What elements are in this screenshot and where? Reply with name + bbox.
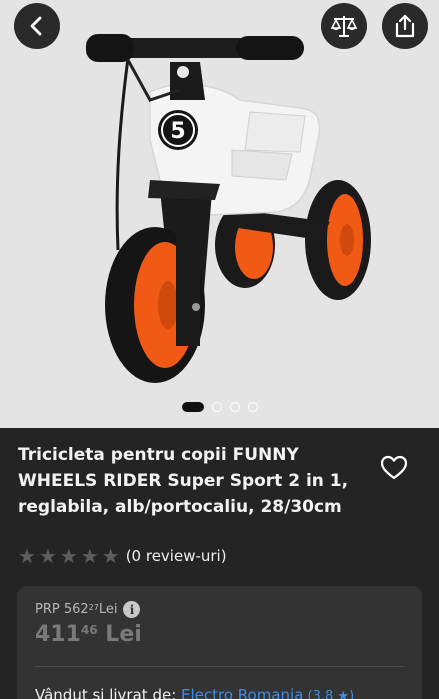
gallery-dot[interactable] <box>181 402 204 412</box>
compare-button[interactable] <box>321 3 367 49</box>
gallery-dot[interactable] <box>211 402 222 412</box>
prp-label: PRP 562 <box>35 602 89 617</box>
back-arrow-icon <box>30 16 42 36</box>
gallery-dot[interactable] <box>229 402 240 412</box>
front-wheel <box>105 227 205 383</box>
product-info-panel: Tricicleta pentru copii FUNNY WHEELS RID… <box>0 428 439 699</box>
product-title: Tricicleta pentru copii FUNNY WHEELS RID… <box>18 445 349 517</box>
star-icon: ★ <box>38 544 57 568</box>
heart-icon <box>380 455 408 480</box>
scale-compare-icon <box>330 16 358 37</box>
product-rating[interactable]: ★ ★ ★ ★ ★ (0 review-uri) <box>18 546 227 566</box>
star-icon: ★ <box>18 544 36 568</box>
share-button[interactable] <box>382 3 428 49</box>
seller-label: Vândut și livrat de: <box>35 686 182 699</box>
seller-rating[interactable]: (3,8 ★) <box>303 689 355 699</box>
back-button[interactable] <box>14 3 60 49</box>
gallery-dot[interactable] <box>247 402 258 412</box>
prp-decimals: 27 <box>88 603 99 612</box>
favorite-button[interactable] <box>378 452 410 484</box>
price-decimals: 46 <box>80 623 98 637</box>
rating-stars: ★ ★ ★ ★ ★ <box>18 546 123 566</box>
prp-currency: Lei <box>98 602 118 617</box>
prp-price: PRP 562 27 Lei i <box>35 601 141 618</box>
seller-link[interactable]: Electro Romania <box>181 686 303 699</box>
price-currency: Lei <box>97 622 142 647</box>
current-price: 41146 Lei <box>35 622 142 647</box>
share-icon <box>395 14 415 38</box>
divider <box>35 666 404 667</box>
rear-right-wheel <box>305 180 371 300</box>
product-image[interactable]: 5 <box>0 0 439 428</box>
star-icon: ★ <box>59 544 78 568</box>
star-icon: ★ <box>80 544 99 568</box>
info-icon[interactable]: i <box>123 601 141 618</box>
seller-info: Vândut și livrat de: Electro Romania (3,… <box>35 686 354 699</box>
price-card: PRP 562 27 Lei i 41146 Lei Vândut și livr… <box>17 586 422 699</box>
svg-text:5: 5 <box>170 119 185 144</box>
price-whole: 411 <box>35 622 81 647</box>
star-icon: ★ <box>101 544 120 568</box>
gallery-pagination[interactable] <box>0 402 439 412</box>
product-page: 5 Tricicleta pentru copii FUNNY WHEELS R… <box>0 0 439 699</box>
review-count[interactable]: (0 review-uri) <box>126 547 227 565</box>
product-image-gallery[interactable]: 5 <box>0 0 439 428</box>
